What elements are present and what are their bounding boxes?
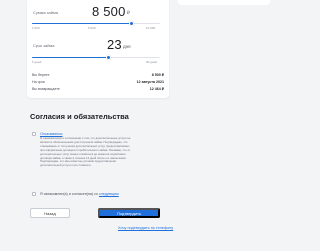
agree-terms-text: Я ознакомлен(а) и согласен(на) со следую… bbox=[40, 192, 119, 196]
submit-button[interactable]: Подтвердить bbox=[98, 208, 160, 218]
agree-terms-checkbox[interactable] bbox=[32, 192, 36, 196]
term-tick-min: 5 дней bbox=[32, 60, 42, 64]
term-unit: дня bbox=[123, 44, 131, 49]
confirm-by-phone-link[interactable]: Хочу подтвердить по телефону bbox=[118, 226, 173, 230]
amount-currency: ₽ bbox=[127, 10, 130, 15]
summary-label-return: Вы возвращаете bbox=[32, 87, 60, 91]
agree-terms-link[interactable]: следующим bbox=[99, 192, 119, 196]
decline-services-checkbox[interactable] bbox=[32, 132, 36, 136]
summary-value-term: 12 августа 2021 bbox=[136, 80, 164, 84]
summary-label-term: На срок bbox=[32, 80, 45, 84]
amount-value: 8 500 bbox=[92, 4, 126, 19]
summary-value-return: 12 464 ₽ bbox=[149, 87, 164, 91]
term-label: Срок займа bbox=[33, 43, 55, 48]
summary-label-amount: Вы берете bbox=[32, 73, 50, 77]
side-card bbox=[178, 0, 270, 5]
back-button[interactable]: Назад bbox=[30, 208, 70, 218]
agreements-title: Согласия и обязательства bbox=[30, 112, 129, 121]
summary-value-amount: 8 500 ₽ bbox=[151, 73, 164, 77]
amount-tick-min: 1 500 bbox=[32, 26, 40, 30]
term-value: 23 bbox=[107, 37, 122, 52]
amount-tick-mid: 5 000 bbox=[88, 26, 96, 30]
amount-tick-max: 10 000 bbox=[146, 26, 156, 30]
consent-text: Я ознакомлен(а) и согласен(на) с тем, чт… bbox=[40, 136, 131, 168]
term-tick-max: 30 дней bbox=[146, 60, 157, 64]
agree-terms-label: Я ознакомлен(а) и согласен(на) со bbox=[40, 192, 98, 196]
amount-label: Сумма займа bbox=[33, 10, 58, 15]
